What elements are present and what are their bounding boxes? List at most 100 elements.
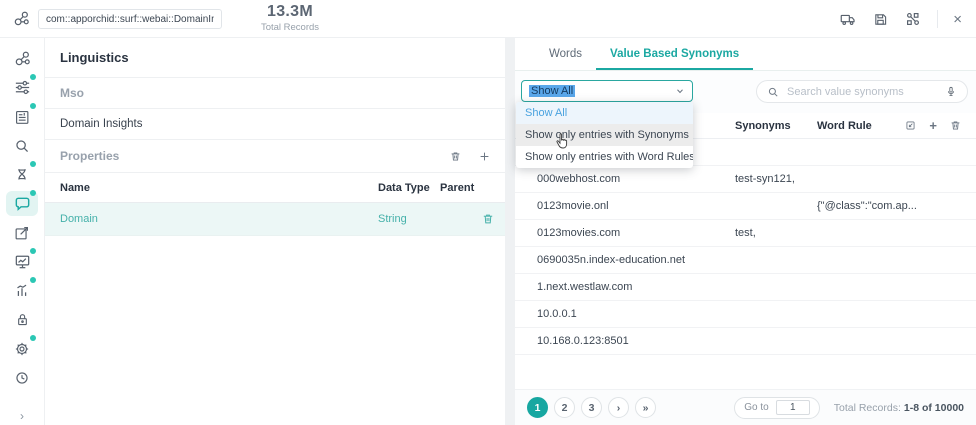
cluster-icon — [13, 49, 32, 68]
row-synonyms: test, — [735, 227, 756, 239]
value-synonyms-panel: Words Value Based Synonyms Show All Syno… — [515, 38, 976, 425]
search-input[interactable] — [787, 86, 937, 98]
save-icon — [872, 11, 889, 28]
sidebar-item-sliders[interactable] — [6, 75, 38, 100]
search-icon — [13, 137, 31, 155]
document-icon — [13, 108, 31, 126]
badge-dot — [30, 190, 36, 196]
close-button[interactable]: × — [953, 12, 962, 27]
filter-dropdown-menu: Show All Show only entries with Synonyms… — [516, 102, 693, 168]
properties-table-header: Name Data Type Parent — [45, 173, 505, 203]
edit-export-icon — [13, 224, 31, 242]
section-mso[interactable]: Mso — [45, 78, 505, 109]
sliders-icon — [13, 78, 32, 97]
row-synonyms: test-syn121, — [735, 173, 795, 185]
table-row[interactable]: 0123movies.com test, — [515, 220, 976, 247]
top-bar: 13.3M Total Records × — [0, 0, 976, 38]
row-value: 1.next.westlaw.com — [537, 281, 632, 293]
table-row[interactable]: 1.next.westlaw.com — [515, 274, 976, 301]
sidebar-item-document[interactable] — [6, 104, 38, 129]
section-domain-insights[interactable]: Domain Insights — [45, 109, 505, 140]
export-truck-button[interactable] — [839, 10, 857, 28]
chevron-down-icon — [675, 86, 685, 96]
add-value-plus-icon[interactable]: + — [929, 120, 937, 132]
row-word-rule: {"@class":"com.ap... — [817, 200, 917, 212]
save-button[interactable] — [872, 11, 889, 28]
sidebar-item-dna[interactable] — [6, 162, 38, 187]
delete-values-trash-icon[interactable] — [949, 119, 962, 132]
sidebar-item-lock[interactable] — [6, 307, 38, 332]
sidebar-item-edit-export[interactable] — [6, 220, 38, 245]
option-show-all[interactable]: Show All — [516, 102, 693, 124]
row-value: 10.0.0.1 — [537, 308, 577, 320]
add-property-plus-icon[interactable] — [478, 150, 491, 163]
row-value: 000webhost.com — [537, 173, 620, 185]
total-records-footer-value: 1-8 of 10000 — [904, 402, 964, 414]
col-word-rule: Word Rule — [817, 120, 872, 132]
export-box-icon[interactable] — [904, 119, 917, 132]
total-records-value: 13.3M — [240, 3, 340, 21]
page-1-button[interactable]: 1 — [527, 397, 548, 418]
section-properties: Properties — [45, 140, 505, 173]
row-value: 10.168.0.123:8501 — [537, 335, 629, 347]
row-value: 0690035n.index-education.net — [537, 254, 685, 266]
total-records-footer: Total Records:1-8 of 10000 — [834, 402, 964, 414]
option-show-only-synonyms[interactable]: Show only entries with Synonyms — [516, 124, 693, 146]
col-data-type: Data Type — [378, 182, 430, 194]
table-row[interactable]: 0690035n.index-education.net — [515, 247, 976, 274]
tab-bar: Words Value Based Synonyms — [515, 38, 976, 71]
search-icon — [767, 86, 779, 98]
tab-words[interactable]: Words — [535, 38, 596, 70]
truck-icon — [839, 10, 857, 28]
monitor-icon — [13, 252, 32, 271]
row-value: 0123movie.onl — [537, 200, 609, 212]
goto-page-input[interactable] — [776, 400, 810, 415]
app-logo-cluster-icon — [12, 9, 31, 28]
entity-path-input[interactable] — [38, 9, 222, 29]
col-name: Name — [60, 182, 90, 194]
chat-icon — [13, 194, 32, 213]
tab-value-based-synonyms[interactable]: Value Based Synonyms — [596, 38, 753, 70]
section-linguistics: Linguistics — [45, 38, 505, 78]
topbar-divider — [937, 10, 938, 28]
sidebar-item-clock[interactable] — [6, 365, 38, 390]
rail-expand-chevron-icon[interactable]: › — [20, 409, 24, 423]
page-next-button[interactable]: › — [608, 397, 629, 418]
clock-icon — [13, 369, 31, 387]
page-2-button[interactable]: 2 — [554, 397, 575, 418]
property-name: Domain — [60, 213, 98, 225]
total-records-label: Total Records — [240, 22, 340, 33]
workflow-icon — [904, 10, 922, 28]
sidebar-item-bar-chart[interactable] — [6, 278, 38, 303]
show-filter-select[interactable]: Show All — [521, 80, 693, 102]
delete-property-trash-icon[interactable] — [449, 150, 462, 163]
page-last-button[interactable]: » — [635, 397, 656, 418]
left-icon-rail: › — [0, 38, 45, 425]
workflow-button[interactable] — [904, 10, 922, 28]
table-row[interactable]: 10.0.0.1 — [515, 301, 976, 328]
table-row[interactable]: 000webhost.com test-syn121, — [515, 166, 976, 193]
property-data-type: String — [378, 213, 407, 225]
col-synonyms: Synonyms — [735, 120, 791, 132]
lock-icon — [14, 311, 31, 328]
table-row[interactable]: 0123movie.onl {"@class":"com.ap... — [515, 193, 976, 220]
sidebar-item-search[interactable] — [6, 133, 38, 158]
option-show-only-word-rules[interactable]: Show only entries with Word Rules — [516, 146, 693, 168]
microphone-icon[interactable] — [945, 85, 957, 98]
badge-dot — [30, 277, 36, 283]
bar-chart-icon — [13, 282, 31, 300]
goto-label: Go to — [744, 402, 768, 413]
sidebar-item-monitor[interactable] — [6, 249, 38, 274]
badge-dot — [30, 103, 36, 109]
dna-icon — [13, 166, 31, 184]
delete-row-trash-icon[interactable] — [481, 212, 495, 226]
page-3-button[interactable]: 3 — [581, 397, 602, 418]
col-parent: Parent — [440, 182, 474, 194]
sidebar-item-chat-active[interactable] — [6, 191, 38, 216]
table-row[interactable]: 10.168.0.123:8501 — [515, 328, 976, 355]
badge-dot — [30, 335, 36, 341]
sidebar-item-cluster[interactable] — [6, 46, 38, 71]
badge-dot — [30, 74, 36, 80]
property-row-domain[interactable]: Domain String — [45, 203, 505, 236]
sidebar-item-gear[interactable] — [6, 336, 38, 361]
